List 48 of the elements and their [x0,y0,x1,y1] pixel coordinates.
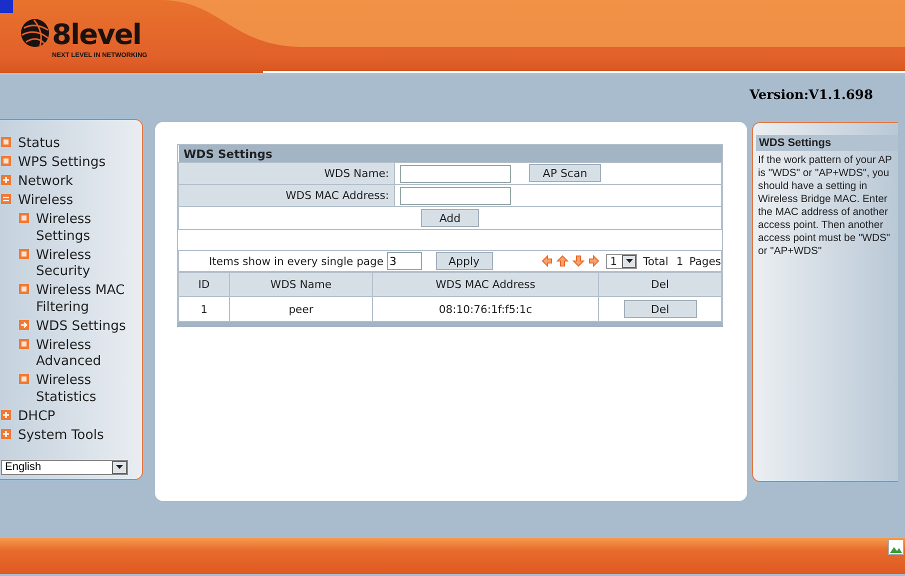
sidebar-item[interactable]: WPS Settings [18,155,106,172]
field-label: WDS Name: [178,162,394,184]
apply-button[interactable]: Apply [436,252,493,270]
scan-button[interactable]: AP Scan [529,164,601,182]
column-header: Del [598,272,722,296]
down-arrow-icon[interactable] [572,255,586,267]
input-field[interactable] [400,164,511,183]
dropdown-arrow-icon [116,465,123,470]
sidebar-item[interactable]: WDS Settings [36,318,140,336]
sidebar-item[interactable]: Wireless Security [36,248,140,281]
table-cell: 1 [178,296,230,322]
globe-icon [21,19,49,47]
sidebar-item[interactable]: System Tools [18,428,104,444]
sidebar-item[interactable]: Status [18,136,60,153]
broken-image-icon [888,539,904,555]
brand-logo: 8level [52,18,141,52]
column-header: WDS Name [230,272,372,296]
add-button[interactable]: Add [421,209,479,227]
table-cell: 08:10:76:1f:f5:1c [372,296,598,322]
total-label: Total [643,254,668,268]
sidebar-item[interactable]: Wireless Statistics [36,373,140,406]
items-per-page-label: Items show in every single page [209,254,384,268]
pages-label: Pages [689,254,721,268]
table-cell: peer [230,296,372,322]
up-arrow-icon[interactable] [556,255,570,267]
sidebar-item[interactable]: Network [18,174,74,191]
delete-button[interactable]: Del [624,300,696,318]
sidebar-item[interactable]: Wireless Advanced [36,338,140,371]
dropdown-arrow-icon [626,259,633,263]
page-select[interactable]: 1 [606,254,638,268]
section-title: WDS Settings [178,145,722,162]
sidebar-item[interactable]: DHCP [18,408,56,426]
items-per-page-field[interactable]: 3 [386,252,422,270]
left-arrow-icon[interactable] [540,255,554,267]
right-arrow-icon[interactable] [588,255,602,267]
help-title: WDS Settings [756,135,898,151]
help-text: If the work pattern of your AP is "WDS" or "AP+WDS", you should have a setting in Wireless Bridge MAC. Enter the MAC address of another access point. Then another access point must be "WDS" or "AP+WDS" [757,154,893,258]
corner-square [0,0,13,13]
language-select[interactable]: English [1,460,128,475]
column-header: ID [178,272,230,296]
field-label: WDS MAC Address: [178,184,394,206]
input-field[interactable] [400,186,511,204]
sidebar-item[interactable]: Wireless [18,193,74,210]
version-label: Version:V1.1.698 [748,87,874,104]
sidebar-item[interactable]: Wireless MAC Filtering [36,283,140,316]
total-pages: 1 [676,254,684,268]
sidebar-item[interactable]: Wireless Settings [36,212,140,246]
column-header: WDS MAC Address [372,272,598,296]
